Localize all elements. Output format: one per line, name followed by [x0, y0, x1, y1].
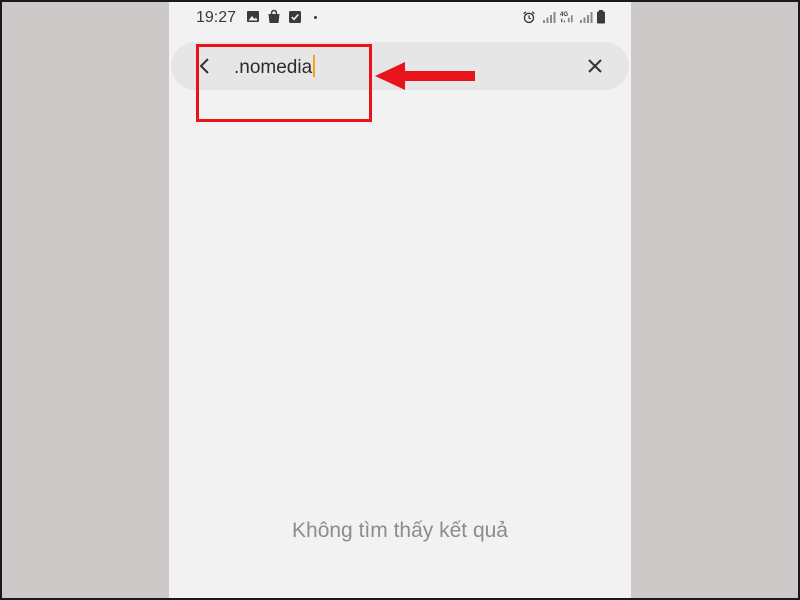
4g-signal-icon: 4G	[560, 11, 573, 23]
close-icon	[588, 59, 602, 73]
arrow-left-icon	[375, 62, 475, 90]
svg-text:4G: 4G	[560, 11, 568, 18]
no-results-message: Không tìm thấy kết quả	[292, 519, 508, 542]
notification-dot	[314, 16, 317, 19]
signal-icon	[580, 12, 593, 23]
status-bar: 19:27 4G	[169, 0, 631, 36]
shopping-bag-icon	[268, 9, 280, 23]
status-time: 19:27	[196, 9, 237, 26]
clear-search-button[interactable]	[583, 54, 607, 78]
battery-icon	[597, 10, 605, 24]
highlight-box	[196, 44, 372, 122]
alarm-icon	[523, 11, 535, 24]
checkbox-icon	[289, 11, 301, 23]
gallery-icon	[247, 11, 259, 22]
signal-icon	[543, 12, 556, 23]
